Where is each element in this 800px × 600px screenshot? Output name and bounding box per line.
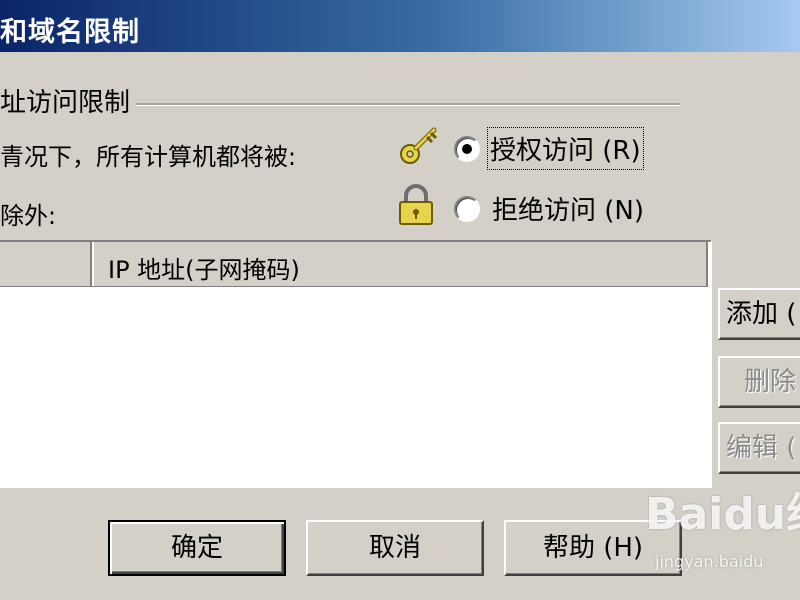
edit-button[interactable]: 编辑 ( <box>718 422 800 474</box>
column-header-access[interactable] <box>0 242 92 286</box>
baidu-watermark-url: jingyan.baidu <box>655 552 764 571</box>
group-label: 址访问限制 <box>0 82 137 119</box>
key-icon <box>398 126 440 172</box>
grant-radio[interactable] <box>454 136 480 162</box>
except-text: 除外: <box>0 202 57 230</box>
window-title: 和域名限制 <box>0 17 140 48</box>
lock-icon <box>396 184 436 230</box>
grant-access-label[interactable]: 授权访问 (R) <box>487 127 644 170</box>
default-policy-text: 青况下，所有计算机都将被: <box>0 143 297 171</box>
radio-selected-dot <box>462 144 472 154</box>
add-button[interactable]: 添加 ( <box>718 288 800 340</box>
ok-button[interactable]: 确定 <box>108 520 286 576</box>
column-header-ip-address[interactable]: IP 地址(子网掩码) <box>92 242 708 286</box>
list-header: IP 地址(子网掩码) <box>0 242 708 287</box>
deny-access-label[interactable]: 拒绝访问 (N) <box>492 190 644 227</box>
baidu-watermark: Baidu经 <box>645 489 800 540</box>
cancel-button[interactable]: 取消 <box>306 520 484 576</box>
deny-radio[interactable] <box>454 196 480 222</box>
ip-list-view[interactable]: IP 地址(子网掩码) <box>0 240 712 488</box>
remove-button[interactable]: 删除 <box>718 356 800 408</box>
title-bar[interactable]: 和域名限制 <box>0 0 800 54</box>
